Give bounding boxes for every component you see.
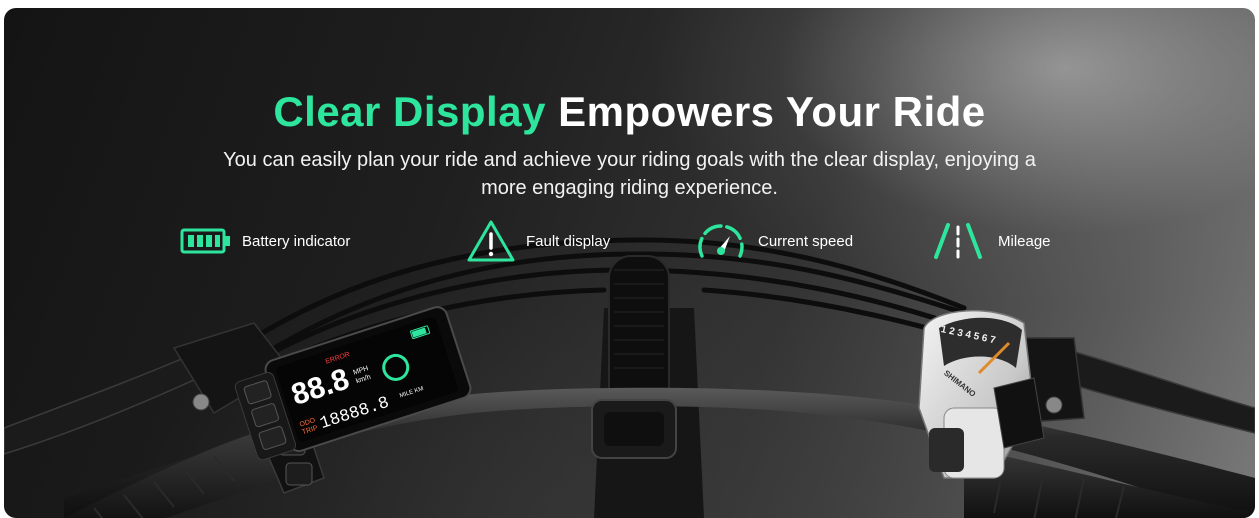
feature-fault-label: Fault display [526,232,611,250]
subtitle: You can easily plan your ride and achiev… [223,149,1036,199]
hero-banner: ERROR 88.8 MPH km/h ODO TRIP 18888.8 MIL… [4,8,1255,518]
feature-mileage: Mileage [928,220,1051,262]
feature-speed-label: Current speed [758,232,854,250]
feature-speed: Current speed [694,220,853,262]
speedometer-icon [698,224,744,258]
warning-triangle-icon [467,220,515,262]
feature-battery-label: Battery indicator [242,232,351,250]
feature-mileage-label: Mileage [998,232,1051,250]
handlebar-illustration: ERROR 88.8 MPH km/h ODO TRIP 18888.8 MIL… [4,237,1255,518]
title-accent: Clear Display [273,88,546,135]
road-icon [934,223,982,259]
title-rest: Empowers Your Ride [558,88,986,135]
feature-fault: Fault display [466,220,610,262]
page-title: Clear Display Empowers Your Ride [4,88,1255,136]
feature-battery: Battery indicator [180,220,350,262]
battery-icon [180,228,230,254]
